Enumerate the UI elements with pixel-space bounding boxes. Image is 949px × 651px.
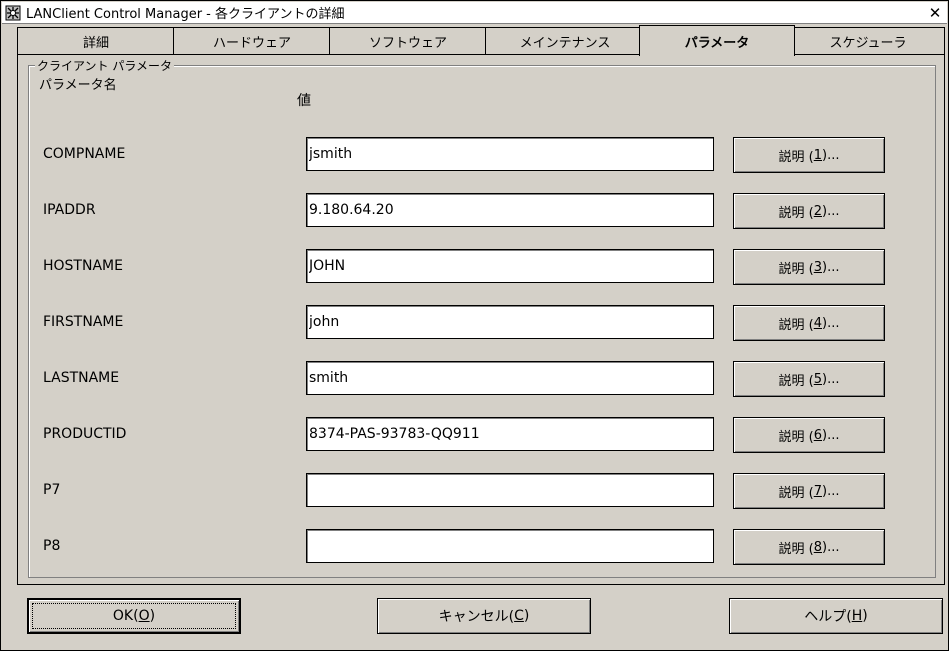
button-label-tail: )... xyxy=(822,483,840,499)
tab-panel: クライアント パラメータ パラメータ名 値 COMPNAME 説明 (1)...… xyxy=(17,54,945,585)
tab-hardware[interactable]: ハードウェア xyxy=(173,27,331,55)
cancel-button[interactable]: キャンセル(C) xyxy=(377,598,591,634)
param-value-input[interactable] xyxy=(306,529,714,563)
param-name: COMPNAME xyxy=(43,146,126,162)
button-accel: 6 xyxy=(813,427,823,443)
button-accel: 8 xyxy=(813,539,823,555)
dialog-window: LANClient Control Manager - 各クライアントの詳細 ✕… xyxy=(0,0,949,651)
param-row: P8 説明 (8)... xyxy=(29,529,935,565)
button-accel: 4 xyxy=(813,315,823,331)
description-button-7[interactable]: 説明 (7)... xyxy=(733,473,885,509)
param-name: P8 xyxy=(43,538,61,554)
button-label-tail: )... xyxy=(822,427,840,443)
param-row: COMPNAME 説明 (1)... xyxy=(29,137,935,173)
param-name: P7 xyxy=(43,482,61,498)
param-name: FIRSTNAME xyxy=(43,314,124,330)
param-value-input[interactable] xyxy=(306,137,714,171)
description-button-6[interactable]: 説明 (6)... xyxy=(733,417,885,453)
cancel-label-tail: ) xyxy=(523,608,530,624)
description-button-8[interactable]: 説明 (8)... xyxy=(733,529,885,565)
param-value-input[interactable] xyxy=(306,417,714,451)
button-accel: 5 xyxy=(813,371,823,387)
button-label-tail: )... xyxy=(822,371,840,387)
param-name: HOSTNAME xyxy=(43,258,123,274)
description-button-4[interactable]: 説明 (4)... xyxy=(733,305,885,341)
param-row: LASTNAME 説明 (5)... xyxy=(29,361,935,397)
help-label-tail: ) xyxy=(862,608,868,624)
param-name: IPADDR xyxy=(43,202,96,218)
button-accel: 3 xyxy=(813,259,823,275)
window-title: LANClient Control Manager - 各クライアントの詳細 xyxy=(26,7,345,22)
param-row: P7 説明 (7)... xyxy=(29,473,935,509)
cancel-accel: C xyxy=(514,608,524,624)
button-label-tail: )... xyxy=(822,203,840,219)
button-label-tail: )... xyxy=(822,259,840,275)
tab-details[interactable]: 詳細 xyxy=(17,27,175,55)
button-label: 説明 ( xyxy=(778,261,814,277)
button-label: 説明 ( xyxy=(778,205,814,221)
button-label: 説明 ( xyxy=(778,373,814,389)
client-parameters-group: クライアント パラメータ パラメータ名 値 COMPNAME 説明 (1)...… xyxy=(28,57,936,578)
param-name: LASTNAME xyxy=(43,370,120,386)
ok-button[interactable]: OK(O) xyxy=(27,598,241,634)
param-value-input[interactable] xyxy=(306,473,714,507)
column-header-value: 値 xyxy=(297,93,311,109)
help-label: ヘルプ( xyxy=(804,609,852,625)
button-accel: 1 xyxy=(813,147,823,163)
group-title: クライアント パラメータ xyxy=(35,57,174,74)
param-value-input[interactable] xyxy=(306,305,714,339)
param-value-input[interactable] xyxy=(306,193,714,227)
button-label: 説明 ( xyxy=(778,541,814,557)
button-label: 説明 ( xyxy=(778,485,814,501)
param-name: PRODUCTID xyxy=(43,426,127,442)
description-button-2[interactable]: 説明 (2)... xyxy=(733,193,885,229)
param-row: PRODUCTID 説明 (6)... xyxy=(29,417,935,453)
tab-scheduler[interactable]: スケジューラ xyxy=(791,27,945,55)
description-button-1[interactable]: 説明 (1)... xyxy=(733,137,885,173)
button-label: 説明 ( xyxy=(778,317,814,333)
param-row: IPADDR 説明 (2)... xyxy=(29,193,935,229)
button-label: 説明 ( xyxy=(778,149,814,165)
close-icon[interactable]: ✕ xyxy=(925,4,945,22)
tab-strip: 詳細 ハードウェア ソフトウェア メインテナンス パラメータ スケジューラ xyxy=(17,25,945,56)
column-header-name: パラメータ名 xyxy=(39,78,117,93)
tab-maintenance[interactable]: メインテナンス xyxy=(485,27,645,55)
param-row: HOSTNAME 説明 (3)... xyxy=(29,249,935,285)
help-button[interactable]: ヘルプ(H) xyxy=(729,598,943,634)
focus-rect xyxy=(32,603,236,629)
button-label: 説明 ( xyxy=(778,429,814,445)
cancel-label: キャンセル( xyxy=(438,609,515,625)
description-button-5[interactable]: 説明 (5)... xyxy=(733,361,885,397)
network-clients-icon xyxy=(4,4,22,22)
button-label-tail: )... xyxy=(822,315,840,331)
button-accel: 2 xyxy=(813,203,823,219)
button-label-tail: )... xyxy=(822,539,840,555)
title-bar[interactable]: LANClient Control Manager - 各クライアントの詳細 ✕ xyxy=(2,2,947,24)
description-button-3[interactable]: 説明 (3)... xyxy=(733,249,885,285)
param-row: FIRSTNAME 説明 (4)... xyxy=(29,305,935,341)
button-label-tail: )... xyxy=(822,147,840,163)
button-accel: 7 xyxy=(813,483,823,499)
param-value-input[interactable] xyxy=(306,249,714,283)
param-value-input[interactable] xyxy=(306,361,714,395)
help-accel: H xyxy=(851,608,863,624)
tab-software[interactable]: ソフトウェア xyxy=(329,27,487,55)
tab-parameters[interactable]: パラメータ xyxy=(639,25,795,56)
